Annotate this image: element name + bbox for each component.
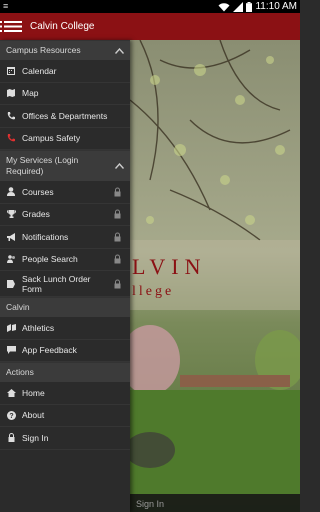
drawer-item-calendar[interactable]: Calendar	[0, 60, 130, 83]
drawer-item-sack-lunch-order-form[interactable]: Sack Lunch Order Form	[0, 271, 130, 297]
drawer-item-label: Campus Safety	[22, 133, 81, 144]
section-title: Campus Resources	[6, 45, 81, 55]
menu-indicator-icon: ≡	[3, 1, 9, 11]
lock-icon	[114, 279, 121, 288]
section-header-actions[interactable]: Actions	[0, 362, 130, 382]
chevron-up-icon	[115, 163, 124, 169]
help-icon: ?	[0, 404, 22, 426]
section-header-campus-resources[interactable]: Campus Resources	[0, 40, 130, 60]
banner-wordmark-sub: llege	[132, 284, 175, 299]
battery-icon	[246, 1, 253, 12]
drawer-item-grades[interactable]: Grades	[0, 203, 130, 226]
lock-icon	[114, 232, 121, 242]
status-bar: ≡ 11:10 AM	[0, 0, 300, 13]
hamburger-menu-icon[interactable]	[0, 13, 26, 40]
section-title: My Services (Login Required)	[6, 155, 79, 176]
svg-text:?: ?	[9, 413, 13, 420]
drawer-item-courses[interactable]: Courses	[0, 181, 130, 204]
drawer-item-app-feedback[interactable]: App Feedback	[0, 339, 130, 362]
drawer-item-notifications[interactable]: Notifications	[0, 226, 130, 249]
drawer-item-label: Calendar	[22, 65, 57, 76]
home-background: LVIN llege Sign In	[130, 40, 300, 512]
drawer-item-label: App Feedback	[22, 345, 77, 356]
phone-icon	[0, 105, 22, 127]
drawer-item-people-search[interactable]: People Search	[0, 248, 130, 271]
megaphone-icon	[0, 226, 22, 248]
section-title: Calvin	[6, 302, 30, 312]
drawer-item-about[interactable]: ? About	[0, 404, 130, 427]
lock-icon	[114, 254, 121, 264]
drawer-item-home[interactable]: Home	[0, 382, 130, 405]
section-title: Actions	[6, 367, 34, 377]
lock-icon	[0, 427, 22, 449]
phone-icon	[0, 127, 22, 149]
app-title: Calvin College	[30, 21, 95, 32]
app-bar: Calvin College	[0, 13, 300, 40]
drawer-item-label: About	[22, 410, 45, 421]
drawer-item-label: Athletics	[22, 322, 55, 333]
wifi-icon	[218, 2, 230, 11]
drawer-item-label: Map	[22, 88, 39, 99]
feedback-icon	[0, 339, 22, 361]
drawer-item-campus-safety[interactable]: Campus Safety	[0, 127, 130, 150]
trophy-icon	[0, 203, 22, 225]
signal-icon	[233, 1, 244, 12]
lock-icon	[114, 187, 121, 197]
drawer-item-map[interactable]: Map	[0, 82, 130, 105]
section-header-my-services[interactable]: My Services (Login Required)	[0, 150, 130, 181]
navigation-drawer: Campus Resources Calendar Map Offices & …	[0, 40, 130, 512]
map-icon	[0, 82, 22, 104]
drawer-item-label: Offices & Departments	[22, 110, 108, 121]
drawer-item-offices-departments[interactable]: Offices & Departments	[0, 105, 130, 128]
section-header-calvin[interactable]: Calvin	[0, 297, 130, 317]
person-icon	[0, 181, 22, 203]
lock-icon	[114, 209, 121, 219]
drawer-item-label: Home	[22, 387, 45, 398]
calendar-icon	[0, 60, 22, 82]
drawer-item-sign-in[interactable]: Sign In	[0, 427, 130, 450]
athletics-icon	[0, 317, 22, 339]
banner-wordmark: LVIN	[132, 254, 207, 279]
drawer-item-label: Sign In	[22, 432, 49, 443]
form-icon	[0, 273, 22, 295]
chevron-up-icon	[115, 47, 124, 54]
background-sign-in-bar[interactable]: Sign In	[130, 494, 300, 512]
status-time: 11:10 AM	[255, 1, 297, 12]
people-icon	[0, 248, 22, 270]
drawer-item-athletics[interactable]: Athletics	[0, 317, 130, 340]
home-icon	[0, 382, 22, 404]
